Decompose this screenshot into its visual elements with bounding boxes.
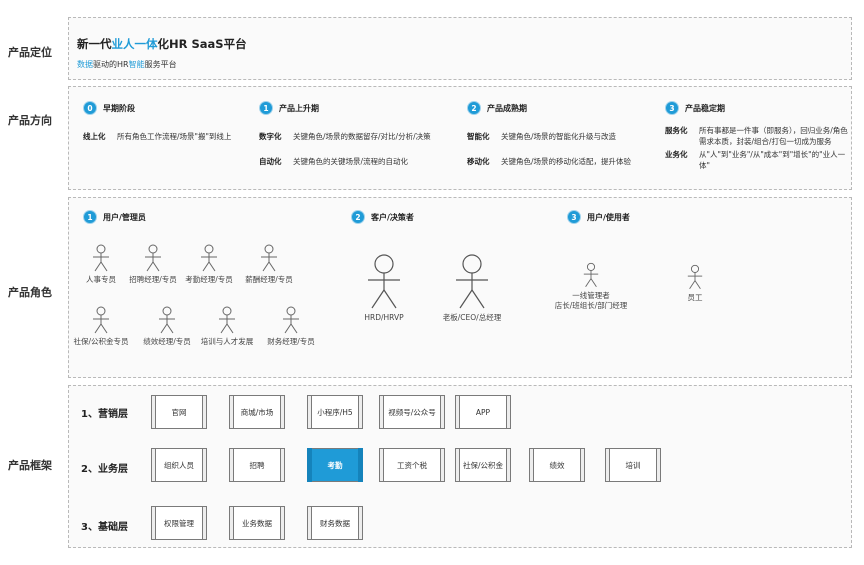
stage-item-value: 关键角色/场景的数据留存/对比/分析/决策 (293, 132, 431, 141)
role-person: 一线管理者 店长/班组长/部门经理 (551, 262, 631, 311)
stick-figure-icon (261, 244, 277, 272)
stage-title: 产品上升期 (279, 103, 319, 113)
module-box: 绩效 (529, 448, 585, 482)
stage-number-badge: 3 (665, 101, 679, 115)
section-label-direction: 产品方向 (8, 114, 52, 127)
direction-panel: 0 早期阶段 线上化 所有角色工作流程/场景"搬"到线上 1 产品上升期 数字化 关键角… (68, 86, 852, 190)
role-person-large: 老板/CEO/总经理 (437, 254, 507, 323)
stage-item-key: 移动化 (467, 157, 490, 166)
module-box: APP (455, 395, 511, 429)
stick-figure-icon (145, 244, 161, 272)
module-box: 小程序/H5 (307, 395, 363, 429)
stage-item-value: 从"人"到"业务"/从"成本"到"增长"的"业人一体" (699, 150, 846, 170)
layer-label-marketing: 1、营销层 (81, 409, 128, 420)
section-label-positioning: 产品定位 (8, 46, 52, 59)
role-group-title: 用户/使用者 (587, 212, 630, 222)
stage-item-key: 智能化 (467, 132, 490, 141)
role-group-deciders: 2 客户/决策者 (351, 210, 414, 224)
role-group-title: 用户/管理员 (103, 212, 146, 222)
stick-figure-icon (159, 306, 175, 334)
role-label: 社保/公积金专员 (73, 337, 129, 346)
role-person: 社保/公积金专员 (71, 306, 131, 347)
roles-panel: 1 用户/管理员 2 客户/决策者 3 用户/使用者 人事专员 招聘经理/专员 考勤经… (68, 197, 852, 378)
stick-figure-icon (283, 306, 299, 334)
stage-stable: 3 产品稳定期 服务化 所有事都是一件事（即服务），回归业务/角色需求本质，封装/组… (665, 101, 849, 171)
role-group-admins: 1 用户/管理员 (83, 210, 146, 224)
role-label: 老板/CEO/总经理 (442, 313, 502, 322)
role-label: 绩效经理/专员 (143, 337, 191, 346)
role-person: 考勤经理/专员 (183, 244, 235, 285)
stage-rising: 1 产品上升期 数字化 关键角色/场景的数据留存/对比/分析/决策 自动化 关键角色的… (259, 101, 459, 167)
stage-early: 0 早期阶段 线上化 所有角色工作流程/场景"搬"到线上 (83, 101, 259, 142)
stick-figure-icon (456, 254, 488, 309)
stage-number-badge: 1 (259, 101, 273, 115)
role-person: 培训与人才发展 (197, 306, 257, 347)
stage-item-key: 自动化 (259, 157, 282, 166)
positioning-panel: 新一代业人一体化HR SaaS平台 数据驱动的HR智能服务平台 (68, 17, 852, 80)
role-group-title: 客户/决策者 (371, 212, 414, 222)
stage-number-badge: 2 (467, 101, 481, 115)
module-box-highlighted: 考勤 (307, 448, 363, 482)
section-label-roles: 产品角色 (8, 286, 52, 299)
role-group-badge: 3 (567, 210, 581, 224)
role-label: 培训与人才发展 (200, 337, 254, 346)
stick-figure-icon (201, 244, 217, 272)
stage-item-key: 业务化 (665, 150, 688, 159)
stage-title: 产品稳定期 (685, 103, 725, 113)
role-label: 考勤经理/专员 (185, 275, 233, 284)
module-box: 组织人员 (151, 448, 207, 482)
role-label: 一线管理者 店长/班组长/部门经理 (554, 291, 628, 310)
role-person: 薪酬经理/专员 (243, 244, 295, 285)
role-group-badge: 2 (351, 210, 365, 224)
stick-figure-icon (368, 254, 400, 309)
module-box: 视频号/公众号 (379, 395, 445, 429)
layer-label-business: 2、业务层 (81, 464, 128, 475)
role-person: 人事专员 (81, 244, 121, 285)
module-box: 培训 (605, 448, 661, 482)
stick-figure-icon (687, 264, 703, 289)
stick-figure-icon (93, 244, 109, 272)
module-box: 工资个税 (379, 448, 445, 482)
module-box: 社保/公积金 (455, 448, 511, 482)
role-person-large: HRD/HRVP (355, 254, 413, 323)
stage-title: 早期阶段 (103, 103, 135, 113)
role-label: 人事专员 (86, 275, 116, 284)
role-person: 招聘经理/专员 (127, 244, 179, 285)
stage-item-value: 关键角色/场景的移动化适配，提升体验 (501, 157, 632, 166)
role-group-users: 3 用户/使用者 (567, 210, 630, 224)
stage-item-value: 关键角色的关键场景/流程的自动化 (293, 157, 409, 166)
framework-panel: 1、营销层 官网 商城/市场 小程序/H5 视频号/公众号 APP 2、业务层 … (68, 385, 852, 548)
module-box: 财务数据 (307, 506, 363, 540)
stage-item-value: 所有事都是一件事（即服务），回归业务/角色需求本质，封装/组合/打包一切成为服务 (699, 126, 848, 146)
role-label: 财务经理/专员 (267, 337, 315, 346)
stage-item-value: 所有角色工作流程/场景"搬"到线上 (117, 132, 232, 141)
layer-label-foundation: 3、基础层 (81, 522, 128, 533)
module-box: 官网 (151, 395, 207, 429)
module-box: 业务数据 (229, 506, 285, 540)
stick-figure-icon (583, 262, 599, 287)
positioning-title: 新一代业人一体化HR SaaS平台 (77, 37, 247, 51)
role-group-badge: 1 (83, 210, 97, 224)
role-person: 财务经理/专员 (261, 306, 321, 347)
stage-number-badge: 0 (83, 101, 97, 115)
stage-item-key: 服务化 (665, 126, 688, 135)
stage-title: 产品成熟期 (487, 103, 527, 113)
stick-figure-icon (219, 306, 235, 334)
module-box: 权限管理 (151, 506, 207, 540)
positioning-subtitle: 数据驱动的HR智能服务平台 (77, 60, 177, 69)
section-label-framework: 产品框架 (8, 459, 52, 472)
stick-figure-icon (93, 306, 109, 334)
role-person: 员工 (677, 264, 713, 303)
role-label: 员工 (687, 293, 703, 302)
stage-item-key: 数字化 (259, 132, 282, 141)
stage-item-value: 关键角色/场景的智能化升级与改造 (501, 132, 617, 141)
role-label: 招聘经理/专员 (129, 275, 177, 284)
role-label: HRD/HRVP (364, 313, 404, 322)
module-box: 招聘 (229, 448, 285, 482)
stage-mature: 2 产品成熟期 智能化 关键角色/场景的智能化升级与改造 移动化 关键角色/场景的移动… (467, 101, 657, 167)
role-label: 薪酬经理/专员 (245, 275, 293, 284)
module-box: 商城/市场 (229, 395, 285, 429)
role-person: 绩效经理/专员 (139, 306, 195, 347)
stage-item-key: 线上化 (83, 132, 106, 141)
